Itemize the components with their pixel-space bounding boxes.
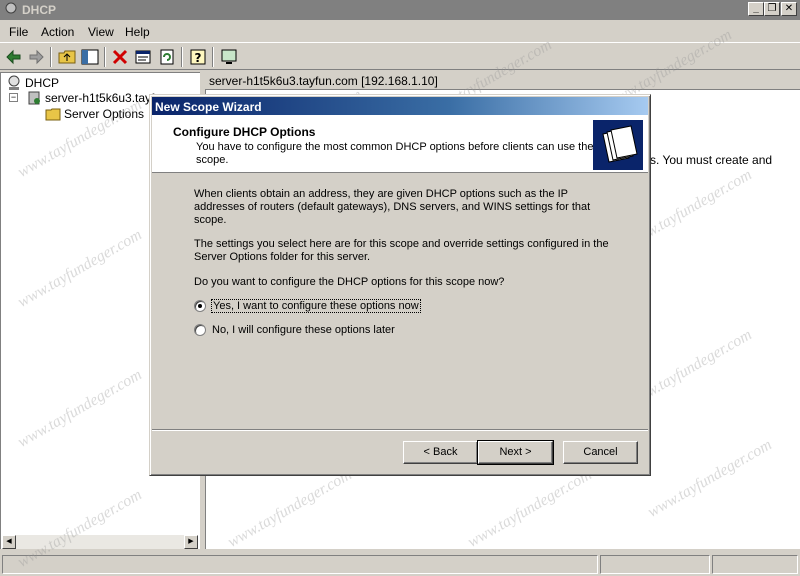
tree-horizontal-scrollbar[interactable]: ◀ ▶ xyxy=(2,535,198,549)
folder-icon xyxy=(45,108,61,121)
next-button[interactable]: Next > xyxy=(477,440,554,465)
restore-button[interactable]: ❐ xyxy=(764,2,780,16)
monitor-icon[interactable] xyxy=(219,47,239,67)
wizard-titlebar[interactable]: New Scope Wizard xyxy=(152,97,648,115)
wizard-heading: Configure DHCP Options xyxy=(173,125,316,139)
refresh-icon[interactable] xyxy=(157,47,177,67)
tree-node-dhcp[interactable]: DHCP xyxy=(25,76,59,90)
wizard-question: Do you want to configure the DHCP option… xyxy=(194,276,505,288)
dhcp-root-icon xyxy=(8,75,20,90)
cancel-button[interactable]: Cancel xyxy=(563,441,638,464)
tree-collapse-toggle[interactable]: − xyxy=(9,93,18,102)
menu-help[interactable]: Help xyxy=(125,25,150,39)
toolbar-separator xyxy=(50,47,52,67)
details-pane-header: server-h1t5k6u3.tayfun.com [192.168.1.10… xyxy=(205,72,800,90)
wizard-folders-icon xyxy=(593,120,643,170)
wizard-subheading: You have to configure the most common DH… xyxy=(196,141,594,166)
server-icon xyxy=(28,91,40,105)
status-panel-main xyxy=(2,555,598,574)
help-icon[interactable]: ? xyxy=(188,47,208,67)
tree-node-server-options[interactable]: Server Options xyxy=(64,107,144,121)
toolbar-separator xyxy=(104,47,106,67)
menu-view[interactable]: View xyxy=(88,25,114,39)
menu-action[interactable]: Action xyxy=(41,25,74,39)
minimize-button[interactable]: _ xyxy=(748,2,764,16)
wizard-paragraph-override: The settings you select here are for thi… xyxy=(194,238,609,263)
delete-icon[interactable] xyxy=(110,47,130,67)
svg-text:?: ? xyxy=(195,51,202,65)
radio-button-yes[interactable] xyxy=(194,300,206,312)
radio-label-no[interactable]: No, I will configure these options later xyxy=(212,324,395,336)
menu-bar: File Action View Help xyxy=(0,20,800,42)
wizard-header: Configure DHCP Options You have to confi… xyxy=(152,115,648,173)
toolbar-separator xyxy=(181,47,183,67)
scroll-left-button[interactable]: ◀ xyxy=(2,535,16,549)
wizard-paragraph-options: When clients obtain an address, they are… xyxy=(194,188,591,226)
toolbar-separator xyxy=(212,47,214,67)
show-hide-tree-icon[interactable] xyxy=(80,47,100,67)
close-button[interactable]: ✕ xyxy=(781,2,797,16)
wizard-title: New Scope Wizard xyxy=(155,100,262,114)
back-button[interactable]: < Back xyxy=(403,441,478,464)
window-title: DHCP xyxy=(22,3,57,17)
status-bar xyxy=(0,553,800,576)
details-pane-text: s. You must create and xyxy=(650,153,773,167)
properties-icon[interactable] xyxy=(133,47,153,67)
forward-arrow-icon[interactable] xyxy=(26,47,46,67)
up-folder-icon[interactable] xyxy=(57,47,77,67)
status-panel xyxy=(600,555,710,574)
radio-button-no[interactable] xyxy=(194,324,206,336)
wizard-divider xyxy=(152,429,648,431)
window-titlebar[interactable]: DHCP _ ❐ ✕ xyxy=(0,0,800,20)
menu-file[interactable]: File xyxy=(9,25,28,39)
scroll-right-button[interactable]: ▶ xyxy=(184,535,198,549)
radio-configure-now[interactable]: Yes, I want to configure these options n… xyxy=(194,298,421,314)
dhcp-app-icon xyxy=(5,2,17,17)
back-arrow-icon[interactable] xyxy=(4,47,24,67)
status-panel xyxy=(712,555,798,574)
tree-node-server[interactable]: server-h1t5k6u3.tayf xyxy=(45,91,154,105)
new-scope-wizard-dialog: New Scope Wizard Configure DHCP Options … xyxy=(149,94,651,476)
radio-label-yes[interactable]: Yes, I want to configure these options n… xyxy=(211,299,421,313)
radio-configure-later[interactable]: No, I will configure these options later xyxy=(194,322,395,338)
toolbar: ? xyxy=(0,42,800,70)
